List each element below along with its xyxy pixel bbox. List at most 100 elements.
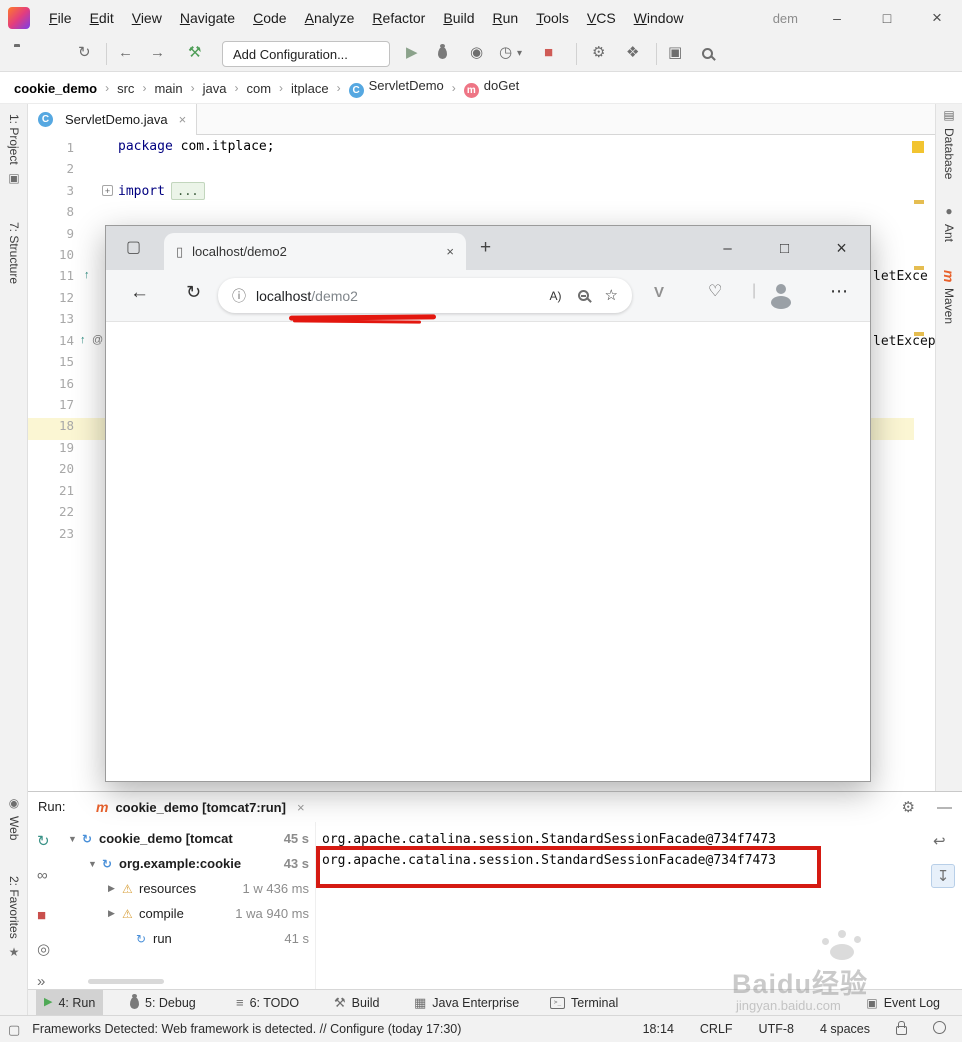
breadcrumb-item-src[interactable]: src <box>117 81 134 96</box>
indent-selector[interactable]: 4 spaces <box>820 1022 870 1036</box>
tree-row-module[interactable]: ▼ ↻ org.example:cookie 43 s <box>60 851 315 876</box>
browser-menu-icon[interactable]: ⋯ <box>830 282 848 300</box>
toolwindow-run-button[interactable]: ▶ 4: Run <box>36 990 104 1015</box>
chevron-down-icon[interactable]: ▼ <box>68 834 82 844</box>
scroll-to-end-icon[interactable]: ↧ <box>931 864 955 888</box>
toolwindow-toggle-icon[interactable]: ▢ <box>8 1023 20 1036</box>
warning-stripe-mark[interactable] <box>914 200 924 204</box>
back-icon[interactable]: ← <box>118 45 133 60</box>
read-aloud-icon[interactable]: A) <box>550 290 562 302</box>
coverage-icon[interactable]: ◉ <box>470 45 483 60</box>
sidebar-item-structure[interactable]: 7: Structure <box>2 222 26 284</box>
line-ending-selector[interactable]: CRLF <box>700 1022 733 1036</box>
sidebar-item-database[interactable]: ▤ Database <box>937 108 961 179</box>
browser-refresh-icon[interactable]: ↻ <box>186 283 201 301</box>
menu-build[interactable]: Build <box>434 10 483 26</box>
background-tasks-icon[interactable] <box>933 1021 946 1037</box>
menu-tools[interactable]: Tools <box>527 10 578 26</box>
menu-view[interactable]: View <box>123 10 171 26</box>
menu-run[interactable]: Run <box>483 10 527 26</box>
browser-essentials-icon[interactable]: ♡ <box>708 284 722 300</box>
tree-row-compile[interactable]: ▶ ⚠ compile 1 wa 940 ms <box>60 901 315 926</box>
more-chevrons-icon[interactable]: » <box>37 974 45 989</box>
toolwindow-todo-button[interactable]: ≡ 6: TODO <box>228 990 307 1015</box>
soft-wrap-icon[interactable]: ↩ <box>933 834 946 849</box>
menu-edit[interactable]: Edit <box>81 10 123 26</box>
zoom-out-icon[interactable] <box>577 290 589 301</box>
gear-icon[interactable]: ⚙ <box>902 800 915 815</box>
chevron-right-icon[interactable]: ▶ <box>108 883 122 894</box>
toolwindow-debug-button[interactable]: 5: Debug <box>122 990 204 1015</box>
event-log-button[interactable]: ▣ Event Log <box>858 990 948 1015</box>
browser-tab[interactable]: ▯ localhost/demo2 × <box>164 233 466 270</box>
warning-stripe-mark[interactable] <box>914 332 924 336</box>
browser-back-icon[interactable]: ← <box>130 283 149 302</box>
glasses-icon[interactable]: ∞ <box>37 868 48 883</box>
override-marker-icon[interactable]: ↑ <box>84 269 90 281</box>
close-button[interactable]: × <box>912 0 962 36</box>
toolwindow-terminal-button[interactable]: >_ Terminal <box>542 990 626 1015</box>
new-tab-icon[interactable]: + <box>480 238 491 257</box>
run-tab-cookie-demo[interactable]: m cookie_demo [tomcat7:run] × <box>88 792 313 822</box>
eye-icon[interactable]: ◎ <box>37 942 50 957</box>
extension-v-icon[interactable]: V <box>654 285 664 300</box>
sync-icon[interactable]: ↻ <box>78 45 91 60</box>
debug-icon[interactable] <box>438 44 447 62</box>
breadcrumb-item-project[interactable]: cookie_demo <box>14 81 97 96</box>
breadcrumb-item-main[interactable]: main <box>154 81 182 96</box>
stop-icon[interactable]: ■ <box>37 908 46 923</box>
run-tab-close-icon[interactable]: × <box>297 800 305 815</box>
horizontal-scroll-thumb[interactable] <box>88 979 164 984</box>
annotation-marker-icon[interactable]: @ <box>92 334 103 346</box>
toolwindow-build-button[interactable]: ⚒ Build <box>326 990 387 1015</box>
menu-file[interactable]: File <box>40 10 81 26</box>
browser-minimize-button[interactable]: – <box>699 226 756 270</box>
minimize-button[interactable]: – <box>812 0 862 36</box>
breadcrumb-item-java[interactable]: java <box>203 81 227 96</box>
sidebar-item-project[interactable]: 1: Project ▣ <box>2 114 26 185</box>
menu-refactor[interactable]: Refactor <box>363 10 434 26</box>
address-bar[interactable]: ⓘ localhost/demo2 A) ☆ <box>218 278 632 313</box>
run-configuration-combo[interactable]: Add Configuration... <box>222 41 390 67</box>
menu-vcs[interactable]: VCS <box>578 10 625 26</box>
maximize-button[interactable]: □ <box>862 0 912 36</box>
layout-icon[interactable]: ▣ <box>668 45 682 60</box>
hide-panel-icon[interactable]: — <box>937 800 952 815</box>
site-info-icon[interactable]: ⓘ <box>232 289 246 303</box>
stop-icon[interactable]: ■ <box>544 45 553 60</box>
breadcrumb-item-servletdemo[interactable]: C ServletDemo <box>348 78 444 98</box>
build-hammer-icon[interactable]: ⚒ <box>188 45 201 60</box>
override-marker-icon[interactable]: ↑ <box>80 334 86 346</box>
breadcrumb-item-doget[interactable]: m doGet <box>463 78 519 98</box>
tab-servletdemo[interactable]: C ServletDemo.java × <box>28 104 198 135</box>
settings-wrench-icon[interactable]: ⚙ <box>592 45 605 60</box>
tab-actions-icon[interactable]: ▢ <box>126 240 141 256</box>
sidebar-item-ant[interactable]: ● Ant <box>937 204 961 242</box>
chevron-down-icon[interactable]: ▼ <box>88 859 102 869</box>
menu-navigate[interactable]: Navigate <box>171 10 244 26</box>
tree-row-project[interactable]: ▼ ↻ cookie_demo [tomcat 45 s <box>60 826 315 851</box>
profiler-icon[interactable]: ◷ <box>499 45 512 60</box>
tab-close-icon[interactable]: × <box>446 244 454 259</box>
fold-marker-icon[interactable]: + <box>102 185 113 196</box>
inspections-indicator[interactable] <box>912 141 924 153</box>
forward-icon[interactable]: → <box>150 45 165 60</box>
tree-row-resources[interactable]: ▶ ⚠ resources 1 w 436 ms <box>60 876 315 901</box>
breadcrumb-item-itplace[interactable]: itplace <box>291 81 329 96</box>
breadcrumb-item-com[interactable]: com <box>246 81 271 96</box>
tab-close-icon[interactable]: × <box>179 112 187 127</box>
toolwindow-java-enterprise-button[interactable]: ▦ Java Enterprise <box>406 990 527 1015</box>
run-icon[interactable]: ▶ <box>406 45 418 60</box>
menu-window[interactable]: Window <box>625 10 693 26</box>
chevron-right-icon[interactable]: ▶ <box>108 908 122 919</box>
status-message[interactable]: Frameworks Detected: Web framework is de… <box>32 1022 616 1036</box>
project-structure-icon[interactable]: ❖ <box>626 45 639 60</box>
profiler-dropdown-icon[interactable]: ▾ <box>517 49 522 59</box>
tree-row-run[interactable]: ↻ run 41 s <box>60 926 315 951</box>
sidebar-item-maven[interactable]: m Maven <box>937 270 961 324</box>
sidebar-item-favorites[interactable]: 2: Favorites ★ <box>2 876 26 959</box>
encoding-selector[interactable]: UTF-8 <box>759 1022 794 1036</box>
sidebar-item-web[interactable]: ◉ Web <box>2 796 26 840</box>
lock-icon[interactable] <box>896 1020 907 1038</box>
menu-code[interactable]: Code <box>244 10 295 26</box>
